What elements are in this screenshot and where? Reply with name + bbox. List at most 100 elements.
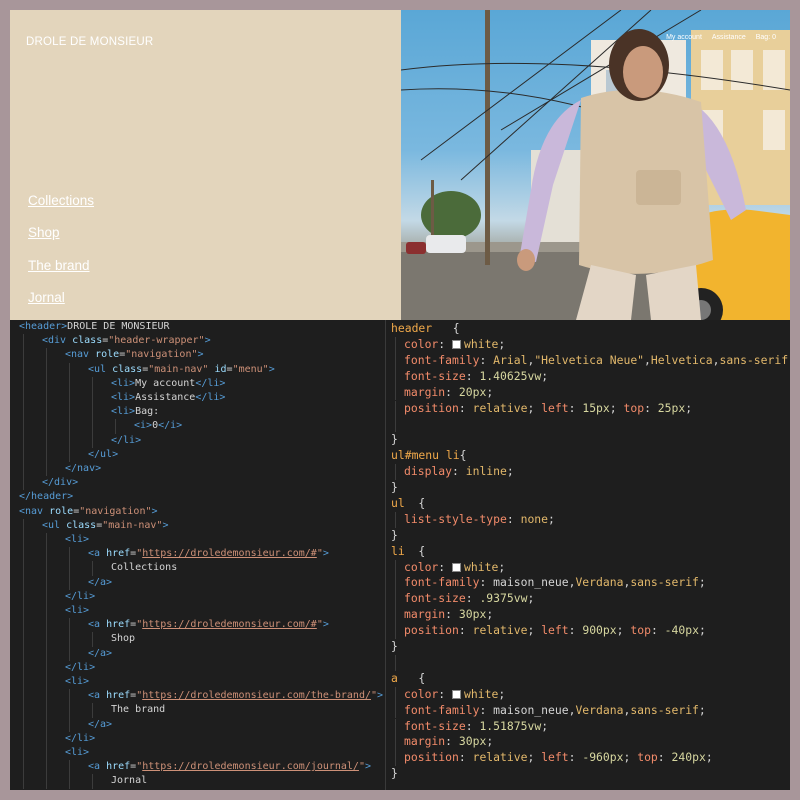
code-token: white [464, 559, 499, 574]
code-token: : [650, 623, 665, 638]
indent-guide [46, 689, 47, 704]
code-token: display [404, 464, 453, 479]
code-token: color [404, 559, 439, 574]
code-line: </a> [88, 718, 112, 732]
code-token: "main-nav" [148, 363, 209, 375]
code-line: <li> [65, 746, 89, 760]
code-token: ; [527, 591, 535, 606]
indent-guide [69, 618, 70, 633]
code-token: color [404, 686, 439, 701]
code-token: 15px [582, 400, 610, 415]
code-token: </i> [158, 420, 183, 432]
code-token: : [438, 686, 453, 701]
code-token: 900px [582, 623, 617, 638]
indent-guide [69, 433, 70, 448]
indent-guide [46, 675, 47, 690]
code-line: ul { [391, 496, 425, 512]
nav-link-the-brand[interactable]: The brand [28, 258, 90, 273]
code-token: <a [88, 761, 107, 773]
nav-link-shop[interactable]: Shop [28, 225, 60, 240]
code-token: { [404, 495, 426, 510]
code-line: font-size: .9375vw; [404, 591, 534, 607]
code-token: : [568, 750, 583, 765]
code-token: ; [527, 750, 542, 765]
indent-guide [69, 760, 70, 775]
code-line: </header> [19, 490, 73, 504]
code-token: } [391, 766, 398, 781]
code-token: </header> [19, 491, 74, 503]
indent-guide [23, 589, 24, 604]
indent-guide [23, 717, 24, 732]
code-token: ; [705, 750, 713, 765]
indent-guide [23, 561, 24, 576]
menu-bag[interactable]: Bag: 0 [756, 34, 776, 41]
indent-guide [23, 348, 24, 363]
code-token: li [391, 543, 405, 558]
main-nav: Collections Shop The brand Jornal [28, 192, 94, 320]
code-token: maison_neue [493, 575, 569, 590]
code-line: </nav> [65, 462, 101, 476]
code-token: ; [486, 384, 494, 399]
code-token: : [465, 368, 480, 383]
code-token: , [712, 352, 720, 367]
code-token: none [520, 511, 549, 526]
code-token: <li> [65, 747, 90, 758]
code-token: : [568, 400, 583, 415]
code-line: font-size: 1.51875vw; [404, 719, 548, 735]
indent-guide [46, 646, 47, 661]
code-token: ; [548, 511, 555, 526]
indent-guide [23, 433, 24, 448]
indent-guide [69, 689, 70, 704]
code-token: Assistance [135, 392, 196, 403]
code-token: The brand [111, 704, 166, 716]
code-token: position [404, 400, 459, 415]
code-line: } [391, 528, 398, 544]
nav-link-collections[interactable]: Collections [28, 193, 94, 208]
indent-guide [46, 433, 47, 448]
code-token: Verdana [575, 702, 624, 717]
indent-guide [395, 511, 396, 528]
indent-guide [395, 702, 396, 719]
code-token: ; [609, 400, 624, 415]
code-token: relative [472, 623, 528, 638]
code-line: </a> [88, 647, 112, 661]
indent-guide [23, 462, 24, 477]
code-token: top [637, 750, 658, 765]
indent-guide [46, 746, 47, 761]
indent-guide [92, 703, 93, 718]
code-line: <ul class="main-nav" id="menu"> [88, 363, 275, 377]
beige-panel: DROLE DE MONSIEUR Collections Shop The b… [10, 10, 401, 320]
html-code-panel[interactable]: <header>DROLE DE MONSIEUR <div class="hea… [10, 320, 385, 790]
indent-guide [46, 419, 47, 434]
code-token: > [365, 761, 372, 773]
code-line: <li> [65, 604, 89, 618]
css-code-panel[interactable]: header {color: white; font-family: Arial,… [386, 320, 790, 790]
code-line: </li> [65, 661, 95, 675]
code-token: "navigation" [125, 349, 198, 361]
code-token: ; [698, 623, 706, 638]
code-token: white [464, 686, 499, 701]
nav-link-jornal[interactable]: Jornal [28, 290, 65, 305]
code-token: https://droledemonsieur.com/# [142, 619, 317, 631]
code-line: </a> [88, 576, 112, 590]
code-token: "navigation" [79, 505, 152, 517]
code-token: : [657, 750, 672, 765]
color-swatch-icon [452, 689, 462, 699]
code-token: : [445, 734, 459, 749]
indent-guide [69, 405, 70, 420]
indent-guide [46, 547, 47, 562]
code-token: id [214, 363, 227, 375]
menu-my-account[interactable]: My account [666, 34, 702, 41]
code-token: font-family [404, 352, 480, 367]
code-token: </div> [42, 477, 79, 489]
code-token: maison_neue [493, 702, 569, 717]
indent-guide [23, 746, 24, 761]
indent-guide [23, 703, 24, 718]
indent-guide [46, 618, 47, 633]
menu-assistance[interactable]: Assistance [712, 34, 746, 41]
code-token: font-family [404, 702, 480, 717]
indent-guide [395, 368, 396, 385]
indent-guide [395, 464, 396, 480]
indent-guide [69, 703, 70, 718]
code-token: : [438, 336, 453, 351]
